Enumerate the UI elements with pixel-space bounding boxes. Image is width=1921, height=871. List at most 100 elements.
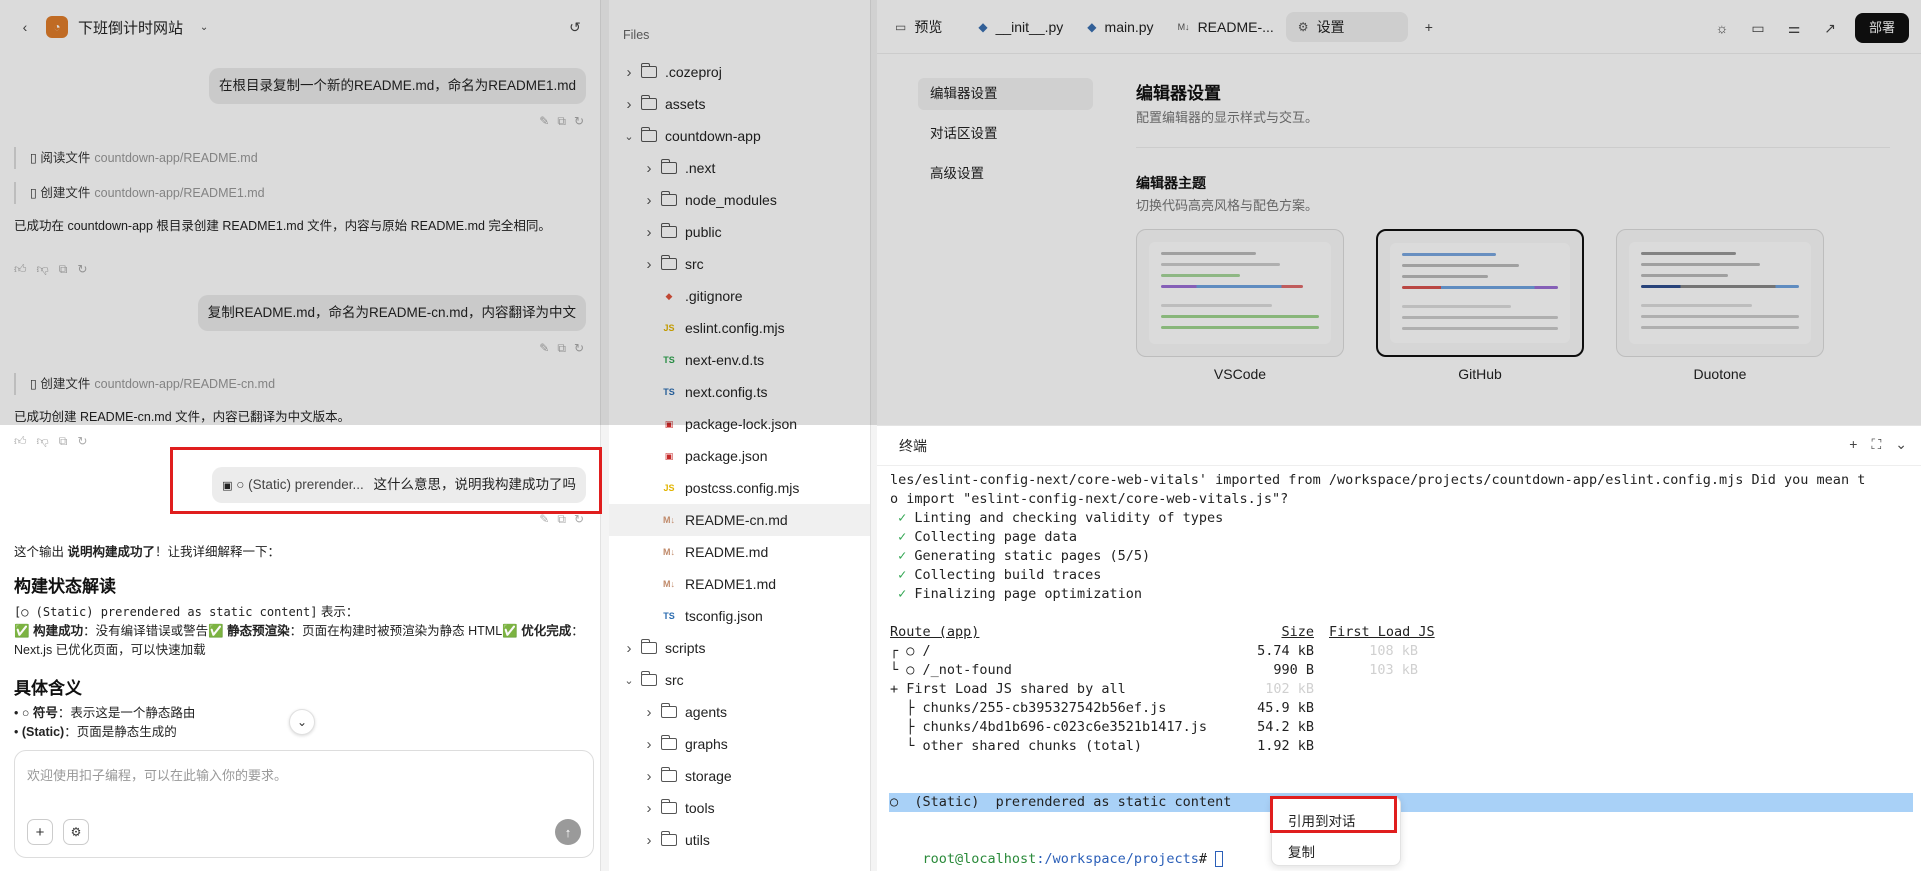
tree-file[interactable]: JS eslint.config.mjs — [609, 312, 870, 344]
tree-item-label: assets — [665, 96, 706, 112]
user-message-quote: ▣ ○ (Static) prerender... 这什么意思，说明我构建成功了… — [212, 467, 586, 503]
chevron-right-icon[interactable]: › — [623, 640, 635, 657]
edit-icon[interactable]: ✎ — [539, 114, 549, 129]
back-arrow-icon[interactable]: ‹ — [14, 16, 36, 38]
copy-icon[interactable]: ⧉ — [557, 341, 566, 356]
tree-file[interactable]: ◆ .gitignore — [609, 280, 870, 312]
check-icon: ✓ — [890, 548, 915, 564]
tree-item-label: tsconfig.json — [685, 608, 763, 624]
add-attachment-button[interactable]: + — [27, 819, 53, 845]
tree-file[interactable]: ▣ package-lock.json — [609, 408, 870, 440]
folder-icon — [660, 767, 677, 782]
tree-folder[interactable]: › scripts — [609, 632, 870, 664]
scroll-down-button[interactable]: ⌄ — [289, 709, 315, 735]
tree-file[interactable]: TS tsconfig.json — [609, 600, 870, 632]
tree-folder[interactable]: › graphs — [609, 728, 870, 760]
terminal-prompt[interactable]: root@localhost:/workspace/projects# — [890, 831, 1224, 867]
history-icon[interactable]: ↺ — [564, 16, 586, 38]
send-button[interactable]: ↑ — [555, 819, 581, 845]
size-header: Size — [1281, 624, 1314, 640]
copy-icon[interactable]: ⧉ — [59, 434, 68, 449]
chevron-right-icon[interactable]: › — [643, 256, 655, 273]
file-operation-create[interactable]: ▯ 创建文件 countdown-app/README1.md — [14, 182, 265, 204]
chevron-down-icon[interactable]: ⌄ — [623, 130, 635, 143]
static-legend-line: ○ (Static) prerendered as static content — [890, 794, 1232, 810]
chevron-right-icon[interactable]: › — [643, 224, 655, 241]
tree-file[interactable]: TS next.config.ts — [609, 376, 870, 408]
feedback-actions: 👍︎ 👎︎ ⧉ ↻ — [14, 434, 87, 449]
thumbs-down-icon[interactable]: 👎︎ — [37, 434, 49, 449]
tree-folder[interactable]: › .cozeproj — [609, 56, 870, 88]
menu-item-quote-to-chat[interactable]: 引用到对话 — [1288, 810, 1356, 830]
tree-file[interactable]: JS postcss.config.mjs — [609, 472, 870, 504]
tree-file[interactable]: M↓ README1.md — [609, 568, 870, 600]
tree-folder[interactable]: › utils — [609, 824, 870, 856]
tree-folder[interactable]: › agents — [609, 696, 870, 728]
retry-icon[interactable]: ↻ — [77, 434, 87, 449]
tree-item-label: eslint.config.mjs — [685, 320, 785, 336]
options-button[interactable]: ⚙ — [63, 819, 89, 845]
tree-folder[interactable]: › tools — [609, 792, 870, 824]
folder-icon — [660, 223, 677, 238]
chevron-right-icon[interactable]: › — [643, 192, 655, 209]
thumbs-up-icon[interactable]: 👍︎ — [14, 262, 27, 277]
chunk-row: ├ chunks/255-cb395327542b56ef.js — [890, 700, 1167, 716]
tree-folder[interactable]: › assets — [609, 88, 870, 120]
user-question: 这什么意思，说明我构建成功了吗 — [373, 477, 577, 492]
chunk-size: 54.2 kB — [1257, 719, 1314, 735]
chevron-down-icon[interactable]: ⌄ — [193, 16, 215, 38]
project-title[interactable]: 下班倒计时网站 — [78, 17, 183, 38]
ts-file-icon: TS — [663, 611, 675, 621]
folder-icon — [660, 159, 677, 174]
retry-icon[interactable]: ↻ — [574, 114, 584, 129]
retry-icon[interactable]: ↻ — [77, 262, 87, 277]
operation-path: countdown-app/README.md — [94, 151, 258, 165]
tree-item-label: public — [685, 224, 722, 240]
chevron-right-icon[interactable]: › — [643, 704, 655, 721]
terminal-output[interactable]: les/eslint-config-next/core-web-vitals' … — [877, 0, 1921, 871]
tree-folder[interactable]: ⌄ countdown-app — [609, 120, 870, 152]
edit-icon[interactable]: ✎ — [539, 512, 549, 527]
operation-label: 阅读文件 — [40, 151, 91, 165]
tree-file[interactable]: TS next-env.d.ts — [609, 344, 870, 376]
chevron-down-icon[interactable]: ⌄ — [623, 674, 635, 687]
chevron-right-icon[interactable]: › — [623, 96, 635, 113]
tree-folder[interactable]: ⌄ src — [609, 664, 870, 696]
copy-icon[interactable]: ⧉ — [59, 262, 68, 277]
folder-icon — [660, 735, 677, 750]
file-operation-create[interactable]: ▯ 创建文件 countdown-app/README-cn.md — [14, 373, 275, 395]
tree-file[interactable]: M↓ README.md — [609, 536, 870, 568]
copy-icon[interactable]: ⧉ — [557, 114, 566, 129]
tree-item-label: src — [685, 256, 704, 272]
chevron-right-icon[interactable]: › — [643, 832, 655, 849]
chat-input-placeholder: 欢迎使用扣子编程，可以在此输入你的要求。 — [27, 768, 288, 783]
tree-file[interactable]: ▣ package.json — [609, 440, 870, 472]
folder-icon — [640, 639, 657, 654]
chevron-right-icon[interactable]: › — [623, 64, 635, 81]
thumbs-up-icon[interactable]: 👍︎ — [14, 434, 27, 449]
shared-row: + First Load JS shared by all — [890, 681, 1126, 697]
thumbs-down-icon[interactable]: 👎︎ — [37, 262, 49, 277]
chevron-right-icon[interactable]: › — [643, 768, 655, 785]
menu-item-copy[interactable]: 复制 — [1288, 841, 1315, 861]
chevron-right-icon[interactable]: › — [643, 736, 655, 753]
tree-folder[interactable]: › public — [609, 216, 870, 248]
tree-folder[interactable]: › node_modules — [609, 184, 870, 216]
retry-icon[interactable]: ↻ — [574, 341, 584, 356]
assistant-message: 已成功在 countdown-app 根目录创建 README1.md 文件，内… — [14, 219, 551, 233]
chat-input-box[interactable]: 欢迎使用扣子编程，可以在此输入你的要求。 + ⚙ ↑ — [14, 750, 594, 858]
tree-file[interactable]: M↓ README-cn.md — [609, 504, 870, 536]
copy-icon[interactable]: ⧉ — [557, 512, 566, 527]
tree-folder[interactable]: › src — [609, 248, 870, 280]
tree-folder[interactable]: › storage — [609, 760, 870, 792]
check-icon: ✅ — [14, 624, 30, 638]
chevron-right-icon[interactable]: › — [643, 800, 655, 817]
file-operation-read[interactable]: ▯ 阅读文件 countdown-app/README.md — [14, 147, 258, 169]
chevron-right-icon[interactable]: › — [643, 160, 655, 177]
retry-icon[interactable]: ↻ — [574, 512, 584, 527]
terminal-line: ✓ Generating static pages (5/5) — [890, 548, 1151, 564]
tree-item-label: README.md — [685, 544, 769, 560]
ts-file-icon: TS — [663, 355, 675, 365]
tree-folder[interactable]: › .next — [609, 152, 870, 184]
edit-icon[interactable]: ✎ — [539, 341, 549, 356]
